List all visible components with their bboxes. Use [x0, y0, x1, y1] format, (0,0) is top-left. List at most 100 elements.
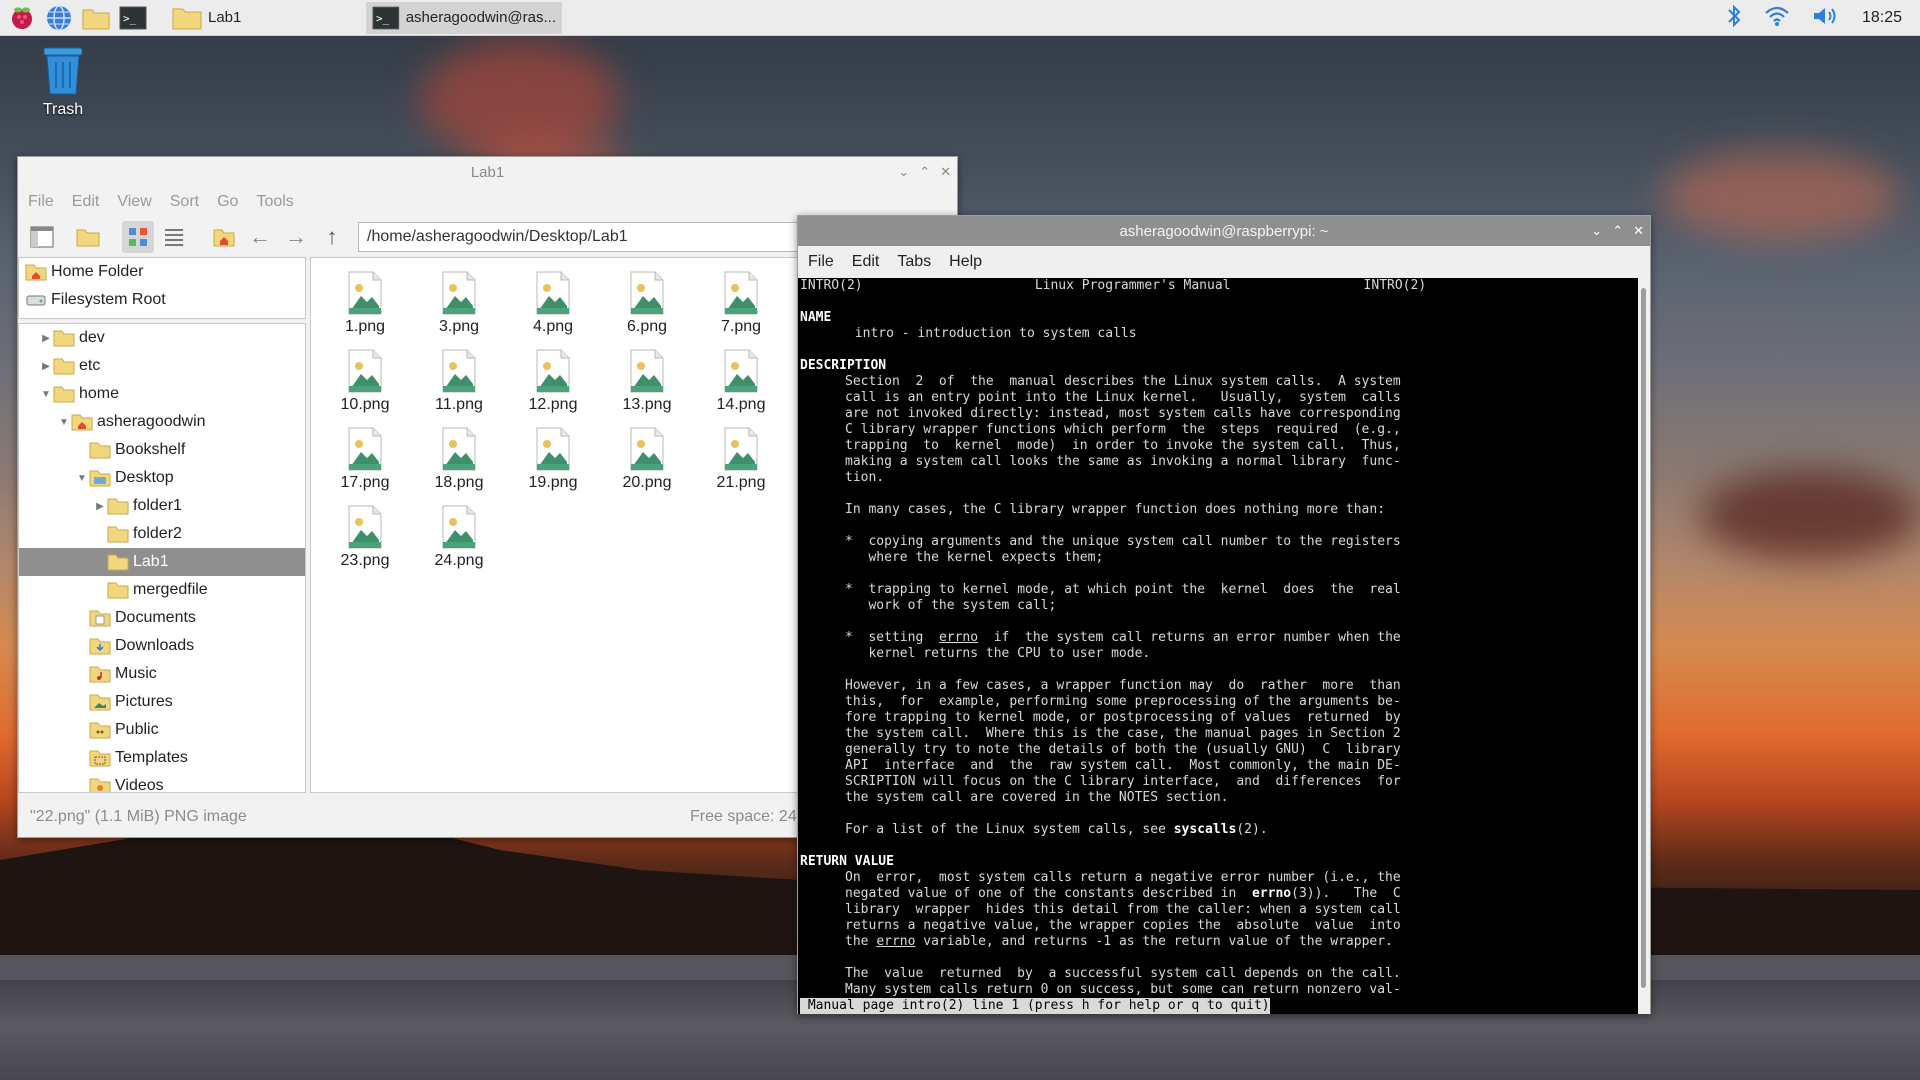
menu-edit[interactable]: Edit: [72, 193, 100, 211]
menu-file[interactable]: File: [808, 253, 834, 271]
home-button[interactable]: [208, 221, 240, 253]
man-paragraph: The value returned by a successful syste…: [845, 966, 1401, 997]
tree-label: Lab1: [133, 553, 169, 570]
raspberry-menu-icon[interactable]: [7, 3, 37, 33]
file-item[interactable]: 4.png: [511, 270, 595, 336]
collapse-arrow-icon[interactable]: ▼: [75, 473, 89, 484]
image-file-icon: [348, 505, 382, 549]
documents-folder-icon: [89, 610, 111, 627]
volume-icon[interactable]: [1812, 5, 1840, 31]
up-button[interactable]: ↑: [316, 221, 348, 253]
man-header-right: INTRO(2): [1363, 278, 1427, 293]
file-item[interactable]: 21.png: [699, 426, 783, 492]
minimize-icon[interactable]: ⌄: [1591, 223, 1602, 239]
tree-item-bookshelf[interactable]: Bookshelf: [19, 436, 305, 464]
tree-item-lab1[interactable]: Lab1: [19, 548, 305, 576]
new-folder-button[interactable]: [72, 221, 104, 253]
file-item[interactable]: 1.png: [323, 270, 407, 336]
close-icon[interactable]: ✕: [1633, 223, 1644, 239]
forward-button[interactable]: →: [280, 221, 312, 253]
tree-item-pictures[interactable]: Pictures: [19, 688, 305, 716]
file-item[interactable]: 24.png: [417, 504, 501, 570]
file-manager-icon[interactable]: [81, 3, 111, 33]
collapse-arrow-icon[interactable]: ▼: [57, 417, 71, 428]
file-item[interactable]: 6.png: [605, 270, 689, 336]
menu-file[interactable]: File: [28, 193, 54, 211]
close-icon[interactable]: ✕: [940, 164, 951, 180]
tree-item-asheragoodwin[interactable]: ▼ asheragoodwin: [19, 408, 305, 436]
tree-item-public[interactable]: Public: [19, 716, 305, 744]
status-selection: "22.png" (1.1 MiB) PNG image: [30, 808, 247, 825]
collapse-arrow-icon[interactable]: ▼: [39, 389, 53, 400]
file-item[interactable]: 18.png: [417, 426, 501, 492]
web-browser-icon[interactable]: [44, 3, 74, 33]
menu-tools[interactable]: Tools: [256, 193, 293, 211]
expand-arrow-icon[interactable]: ▶: [39, 361, 53, 372]
tree-item-folder2[interactable]: folder2: [19, 520, 305, 548]
path-text: /home/asheragoodwin/Desktop/Lab1: [367, 228, 628, 245]
file-item[interactable]: 7.png: [699, 270, 783, 336]
expand-arrow-icon[interactable]: ▶: [93, 501, 107, 512]
file-item[interactable]: 14.png: [699, 348, 783, 414]
tree-item-downloads[interactable]: Downloads: [19, 632, 305, 660]
tree-item-home[interactable]: ▼ home: [19, 380, 305, 408]
bluetooth-icon[interactable]: [1726, 4, 1742, 32]
places-home-folder[interactable]: Home Folder: [19, 258, 305, 286]
places-filesystem-root[interactable]: Filesystem Root: [19, 286, 305, 314]
file-item[interactable]: 19.png: [511, 426, 595, 492]
trash-icon: [43, 47, 83, 95]
terminal-output[interactable]: INTRO(2) Linux Programmer's Manual INTRO…: [798, 278, 1640, 1014]
menu-view[interactable]: View: [117, 193, 151, 211]
file-item[interactable]: 17.png: [323, 426, 407, 492]
menu-help[interactable]: Help: [949, 253, 982, 271]
file-item[interactable]: 11.png: [417, 348, 501, 414]
desktop-trash[interactable]: Trash: [28, 44, 98, 119]
tree-item-etc[interactable]: ▶ etc: [19, 352, 305, 380]
tree-item-documents[interactable]: Documents: [19, 604, 305, 632]
menu-sort[interactable]: Sort: [170, 193, 199, 211]
back-button[interactable]: ←: [244, 221, 276, 253]
tree-item-desktop[interactable]: ▼ Desktop: [19, 464, 305, 492]
file-item[interactable]: 20.png: [605, 426, 689, 492]
terminal-titlebar[interactable]: asheragoodwin@raspberrypi: ~ ⌄ ⌃ ✕: [798, 216, 1650, 246]
file-manager-titlebar[interactable]: Lab1 ⌄ ⌃ ✕: [18, 157, 957, 187]
image-file-icon: [442, 271, 476, 315]
tree-item-folder1[interactable]: ▶ folder1: [19, 492, 305, 520]
task-terminal[interactable]: >_ asheragoodwin@ras...: [366, 1, 562, 34]
terminal-launcher-icon[interactable]: >_: [118, 3, 148, 33]
clock[interactable]: 18:25: [1862, 9, 1902, 27]
tree-item-mergedfile[interactable]: mergedfile: [19, 576, 305, 604]
pictures-folder-icon: [89, 694, 111, 711]
list-view-button[interactable]: [158, 221, 190, 253]
file-item[interactable]: 10.png: [323, 348, 407, 414]
tree-item-templates[interactable]: Templates: [19, 744, 305, 772]
file-item[interactable]: 12.png: [511, 348, 595, 414]
maximize-icon[interactable]: ⌃: [1612, 223, 1623, 239]
tree-item-music[interactable]: Music: [19, 660, 305, 688]
file-item[interactable]: 3.png: [417, 270, 501, 336]
expand-arrow-icon[interactable]: ▶: [39, 333, 53, 344]
terminal-icon: >_: [372, 6, 400, 29]
image-file-icon: [536, 349, 570, 393]
wifi-icon[interactable]: [1764, 5, 1790, 31]
image-file-icon: [630, 427, 664, 471]
terminal-scrollbar[interactable]: [1638, 278, 1650, 1014]
new-window-button[interactable]: [26, 221, 58, 253]
task-lab1[interactable]: Lab1: [166, 2, 366, 34]
minimize-icon[interactable]: ⌄: [898, 164, 909, 180]
maximize-icon[interactable]: ⌃: [919, 164, 930, 180]
tree-item-videos[interactable]: Videos: [19, 772, 305, 792]
menu-go[interactable]: Go: [217, 193, 238, 211]
tree-item-dev[interactable]: ▶ dev: [19, 324, 305, 352]
menu-tabs[interactable]: Tabs: [897, 253, 931, 271]
menu-edit[interactable]: Edit: [852, 253, 880, 271]
file-item[interactable]: 13.png: [605, 348, 689, 414]
image-file-icon: [442, 349, 476, 393]
videos-folder-icon: [89, 778, 111, 792]
file-name: 12.png: [528, 396, 578, 413]
file-name: 13.png: [622, 396, 672, 413]
directory-tree: ▶ dev ▶ etc ▼ home ▼ asheragoodwin Books…: [18, 323, 306, 793]
file-item[interactable]: 23.png: [323, 504, 407, 570]
icon-view-button[interactable]: [122, 221, 154, 253]
scrollbar-thumb[interactable]: [1641, 288, 1646, 988]
